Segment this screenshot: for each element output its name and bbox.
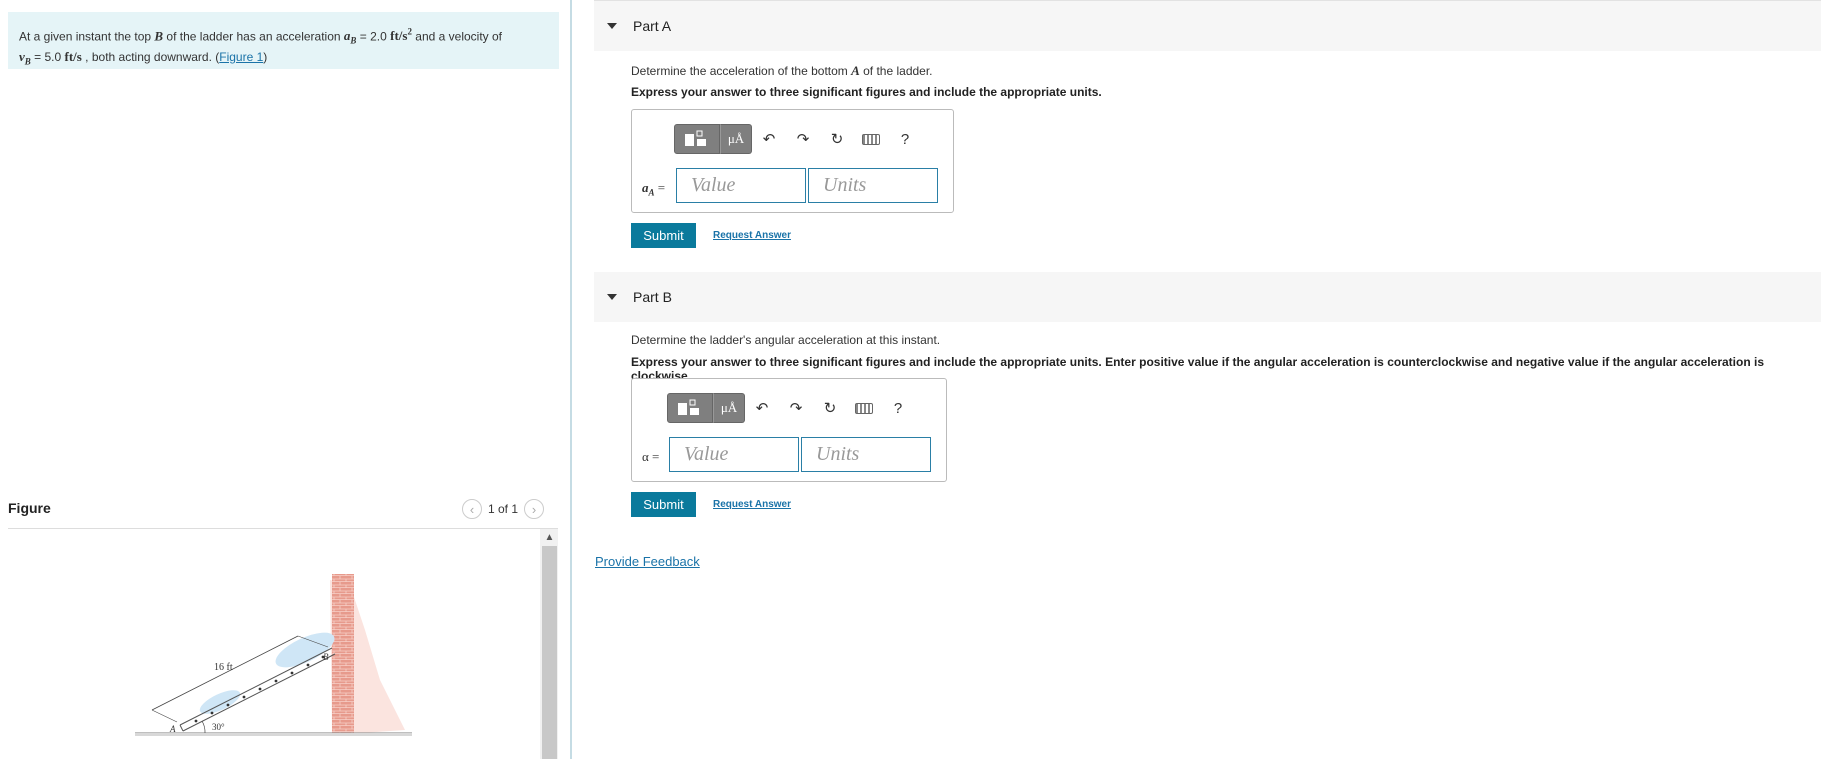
reset-icon[interactable]: ↻: [820, 124, 854, 154]
part-a-header[interactable]: Part A: [594, 1, 1821, 51]
problem-statement: At a given instant the top B of the ladd…: [8, 12, 559, 69]
point-a-label: A: [169, 724, 176, 734]
undo-icon[interactable]: ↶: [745, 393, 779, 423]
part-a-instruction: Express your answer to three significant…: [631, 85, 1102, 99]
problem-text: of the ladder has an acceleration: [163, 29, 344, 44]
mu-a-icon: μÅ: [727, 131, 745, 146]
math-b: B: [154, 28, 164, 44]
math-toolbar: μÅ ↶ ↷ ↻ ?: [667, 393, 915, 423]
ladder-figure: 16 ft 30° A B: [135, 574, 412, 736]
figure-link[interactable]: Figure 1: [219, 50, 263, 64]
value-input[interactable]: Value: [669, 437, 799, 472]
request-answer-link[interactable]: Request Answer: [713, 499, 791, 510]
part-b-title: Part B: [633, 289, 672, 305]
part-a-question: Determine the acceleration of the bottom…: [631, 63, 933, 79]
unit-ft-s: ft/s: [64, 48, 82, 64]
a-a-label: aA =: [642, 180, 666, 198]
problem-text: and a velocity of: [411, 29, 503, 44]
problem-text: = 2.0: [356, 29, 391, 44]
request-answer-link[interactable]: Request Answer: [713, 230, 791, 241]
keyboard-icon[interactable]: [847, 393, 881, 423]
units-symbol-button[interactable]: μÅ: [720, 124, 752, 154]
units-symbol-button[interactable]: μÅ: [713, 393, 745, 423]
figure-title: Figure: [8, 500, 51, 516]
question-text: Determine the acceleration of the bottom: [631, 64, 852, 78]
undo-icon[interactable]: ↶: [752, 124, 786, 154]
question-text: of the ladder.: [859, 64, 933, 78]
chevron-right-icon: ›: [531, 501, 537, 517]
problem-text: = 5.0: [30, 49, 65, 64]
templates-button[interactable]: [667, 393, 713, 423]
math-vb: vB: [19, 48, 31, 67]
chevron-left-icon: ‹: [469, 501, 475, 517]
panel-divider: [570, 0, 572, 759]
submit-button[interactable]: Submit: [631, 492, 696, 517]
template-icon: [685, 130, 706, 146]
figure-counter: 1 of 1: [488, 502, 519, 516]
brick-wall: [332, 574, 354, 735]
left-panel: At a given instant the top B of the ladd…: [0, 0, 570, 759]
length-label: 16 ft: [214, 662, 233, 673]
right-panel: Part A Determine the acceleration of the…: [594, 0, 1821, 759]
redo-icon[interactable]: ↷: [786, 124, 820, 154]
prev-figure-button[interactable]: ‹: [462, 499, 482, 519]
submit-button[interactable]: Submit: [631, 223, 696, 248]
problem-text: , both acting downward. (: [81, 49, 220, 64]
keyboard-icon[interactable]: [854, 124, 888, 154]
part-b-question: Determine the ladder's angular accelerat…: [631, 333, 941, 347]
templates-button[interactable]: [674, 124, 720, 154]
mu-a-icon: μÅ: [720, 400, 738, 415]
part-a-answer-box: μÅ ↶ ↷ ↻ ? aA = Value Units: [631, 109, 954, 213]
math-toolbar: μÅ ↶ ↷ ↻ ?: [674, 124, 922, 154]
collapse-triangle-icon[interactable]: [607, 23, 617, 29]
provide-feedback-link[interactable]: Provide Feedback: [595, 554, 700, 569]
collapse-triangle-icon[interactable]: [607, 294, 617, 300]
figure-nav: ‹ 1 of 1 ›: [462, 499, 545, 519]
part-b-header[interactable]: Part B: [594, 272, 1821, 322]
math-ab: aB: [343, 28, 357, 46]
figure-divider: [8, 528, 558, 529]
redo-icon[interactable]: ↷: [779, 393, 813, 423]
next-figure-button[interactable]: ›: [524, 499, 545, 519]
figure-scrollbar-thumb[interactable]: [542, 546, 557, 759]
template-icon: [678, 399, 699, 415]
reset-icon[interactable]: ↻: [813, 393, 847, 423]
math-a: A: [851, 63, 860, 78]
help-icon[interactable]: ?: [888, 124, 922, 154]
help-icon[interactable]: ?: [881, 393, 915, 423]
point-b-label: B: [323, 652, 329, 662]
angle-label: 30°: [212, 722, 225, 732]
value-input[interactable]: Value: [676, 168, 806, 203]
unit-ft-s2: ft/s2: [390, 27, 412, 44]
alpha-label: α =: [642, 449, 660, 464]
equals-sign: =: [654, 180, 666, 195]
part-a-title: Part A: [633, 18, 672, 34]
problem-text: At a given instant the top: [19, 29, 155, 44]
part-b-answer-box: μÅ ↶ ↷ ↻ ? α = Value Units: [631, 378, 947, 482]
units-input[interactable]: Units: [801, 437, 931, 472]
problem-text: ): [263, 49, 268, 64]
scroll-up-arrow-icon[interactable]: ▲: [542, 530, 557, 544]
units-input[interactable]: Units: [808, 168, 938, 203]
